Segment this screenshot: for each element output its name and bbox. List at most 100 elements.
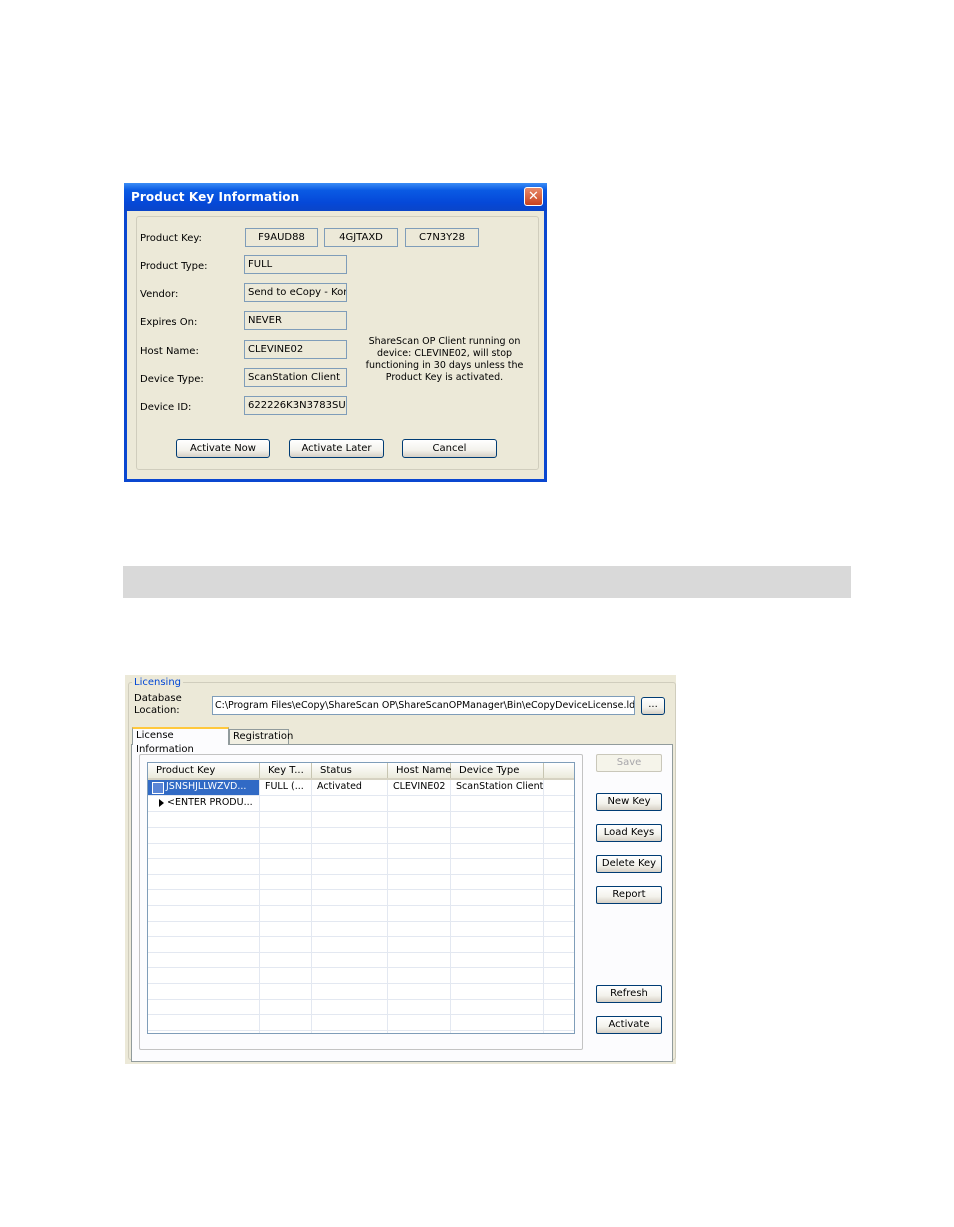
- empty-grid-row: [148, 999, 574, 1016]
- license-grid-header: Product Key Key T... Status Host Name De…: [148, 763, 574, 780]
- grid-column-line: [450, 952, 451, 968]
- empty-grid-row: [148, 827, 574, 844]
- grid-column-line: [387, 1030, 388, 1033]
- cancel-button[interactable]: Cancel: [402, 439, 497, 458]
- grid-column-line: [450, 890, 451, 905]
- grid-column-line: [450, 858, 451, 874]
- grid-column-line: [311, 936, 312, 952]
- grid-column-line: [543, 812, 544, 827]
- row-1-key-type[interactable]: FULL (...: [260, 780, 312, 795]
- grid-column-line: [450, 968, 451, 983]
- empty-grid-row: [148, 812, 574, 828]
- expires-on-field: NEVER: [244, 311, 347, 330]
- grid-column-line: [259, 874, 260, 890]
- license-key-icon: [152, 782, 164, 794]
- grid-column-line: [450, 936, 451, 952]
- vendor-field: Send to eCopy - Konic: [244, 283, 347, 302]
- delete-key-button[interactable]: Delete Key: [596, 855, 662, 873]
- refresh-button[interactable]: Refresh: [596, 985, 662, 1003]
- empty-grid-row: [148, 936, 574, 953]
- load-keys-button[interactable]: Load Keys: [596, 824, 662, 842]
- grid-column-line: [259, 1030, 260, 1033]
- dialog-title: Product Key Information: [131, 190, 300, 204]
- grid-column-line: [387, 936, 388, 952]
- grid-column-line: [259, 968, 260, 983]
- empty-grid-row: [148, 968, 574, 984]
- grid-column-line: [387, 827, 388, 843]
- host-name-field: CLEVINE02: [244, 340, 347, 359]
- grid-column-line: [450, 827, 451, 843]
- grid-column-line: [450, 1014, 451, 1030]
- grid-column-line: [311, 874, 312, 890]
- grid-column-line: [387, 983, 388, 999]
- grid-column-line: [450, 874, 451, 890]
- dialog-titlebar[interactable]: Product Key Information ✕: [124, 183, 547, 211]
- grid-column-line: [450, 905, 451, 921]
- report-button[interactable]: Report: [596, 886, 662, 904]
- activate-now-button[interactable]: Activate Now: [176, 439, 270, 458]
- expires-on-label: Expires On:: [140, 317, 198, 328]
- tab-license-information[interactable]: License Information: [132, 727, 229, 755]
- grid-column-line: [543, 843, 544, 859]
- table-row[interactable]: <ENTER PRODU...: [148, 796, 574, 812]
- new-key-button[interactable]: New Key: [596, 793, 662, 811]
- row-1-device-type[interactable]: ScanStation Client: [451, 780, 544, 795]
- grid-column-line: [387, 890, 388, 905]
- license-grid[interactable]: Product Key Key T... Status Host Name De…: [147, 762, 575, 1034]
- empty-grid-row: [148, 952, 574, 969]
- row-2-product-key[interactable]: <ENTER PRODU...: [148, 796, 260, 811]
- close-icon[interactable]: ✕: [524, 187, 543, 206]
- tab-registration[interactable]: Registration: [229, 729, 293, 744]
- table-row[interactable]: JSNSHJLLWZVD... FULL (... Activated CLEV…: [148, 780, 574, 796]
- database-location-input[interactable]: C:\Program Files\eCopy\ShareScan OP\Shar…: [212, 696, 635, 715]
- grid-column-line: [311, 921, 312, 937]
- device-id-label: Device ID:: [140, 402, 192, 413]
- row-2-device-type[interactable]: [451, 796, 544, 811]
- grid-column-line: [387, 999, 388, 1015]
- grid-column-line: [311, 983, 312, 999]
- row-1-host-name[interactable]: CLEVINE02: [388, 780, 451, 795]
- empty-grid-row: [148, 843, 574, 860]
- activate-button[interactable]: Activate: [596, 1016, 662, 1034]
- browse-button[interactable]: ...: [641, 697, 665, 715]
- grid-column-line: [387, 812, 388, 827]
- grid-column-line: [450, 999, 451, 1015]
- empty-grid-row: [148, 874, 574, 891]
- device-type-label: Device Type:: [140, 374, 204, 385]
- column-header-device-type[interactable]: Device Type: [451, 763, 544, 778]
- column-header-key-type[interactable]: Key T...: [260, 763, 312, 778]
- activation-warning-text: ShareScan OP Client running on device: C…: [365, 336, 524, 383]
- product-type-label: Product Type:: [140, 261, 208, 272]
- grid-column-line: [387, 843, 388, 859]
- grid-column-line: [450, 812, 451, 827]
- empty-grid-row: [148, 858, 574, 875]
- grid-column-line: [311, 827, 312, 843]
- grid-column-line: [259, 812, 260, 827]
- save-button[interactable]: Save: [596, 754, 662, 772]
- grid-column-line: [259, 843, 260, 859]
- activate-later-button[interactable]: Activate Later: [289, 439, 384, 458]
- row-2-host-name[interactable]: [388, 796, 451, 811]
- grid-column-line: [543, 968, 544, 983]
- grid-column-line: [543, 952, 544, 968]
- row-2-status[interactable]: [312, 796, 388, 811]
- grid-column-line: [311, 999, 312, 1015]
- column-header-status[interactable]: Status: [312, 763, 388, 778]
- grid-column-line: [311, 968, 312, 983]
- grid-column-line: [311, 812, 312, 827]
- host-name-label: Host Name:: [140, 346, 199, 357]
- grid-column-line: [543, 983, 544, 999]
- grid-column-line: [543, 1030, 544, 1033]
- empty-grid-row: [148, 983, 574, 1000]
- empty-grid-row: [148, 1030, 574, 1033]
- grid-column-line: [259, 858, 260, 874]
- row-1-product-key[interactable]: JSNSHJLLWZVD...: [148, 780, 260, 795]
- column-header-product-key[interactable]: Product Key: [148, 763, 260, 778]
- grid-column-line: [543, 905, 544, 921]
- row-2-key-type[interactable]: [260, 796, 312, 811]
- column-header-host-name[interactable]: Host Name: [388, 763, 451, 778]
- grid-column-line: [387, 905, 388, 921]
- product-key-dialog: Product Key Information ✕ Product Key: F…: [124, 183, 547, 482]
- grid-column-line: [543, 827, 544, 843]
- row-1-status[interactable]: Activated: [312, 780, 388, 795]
